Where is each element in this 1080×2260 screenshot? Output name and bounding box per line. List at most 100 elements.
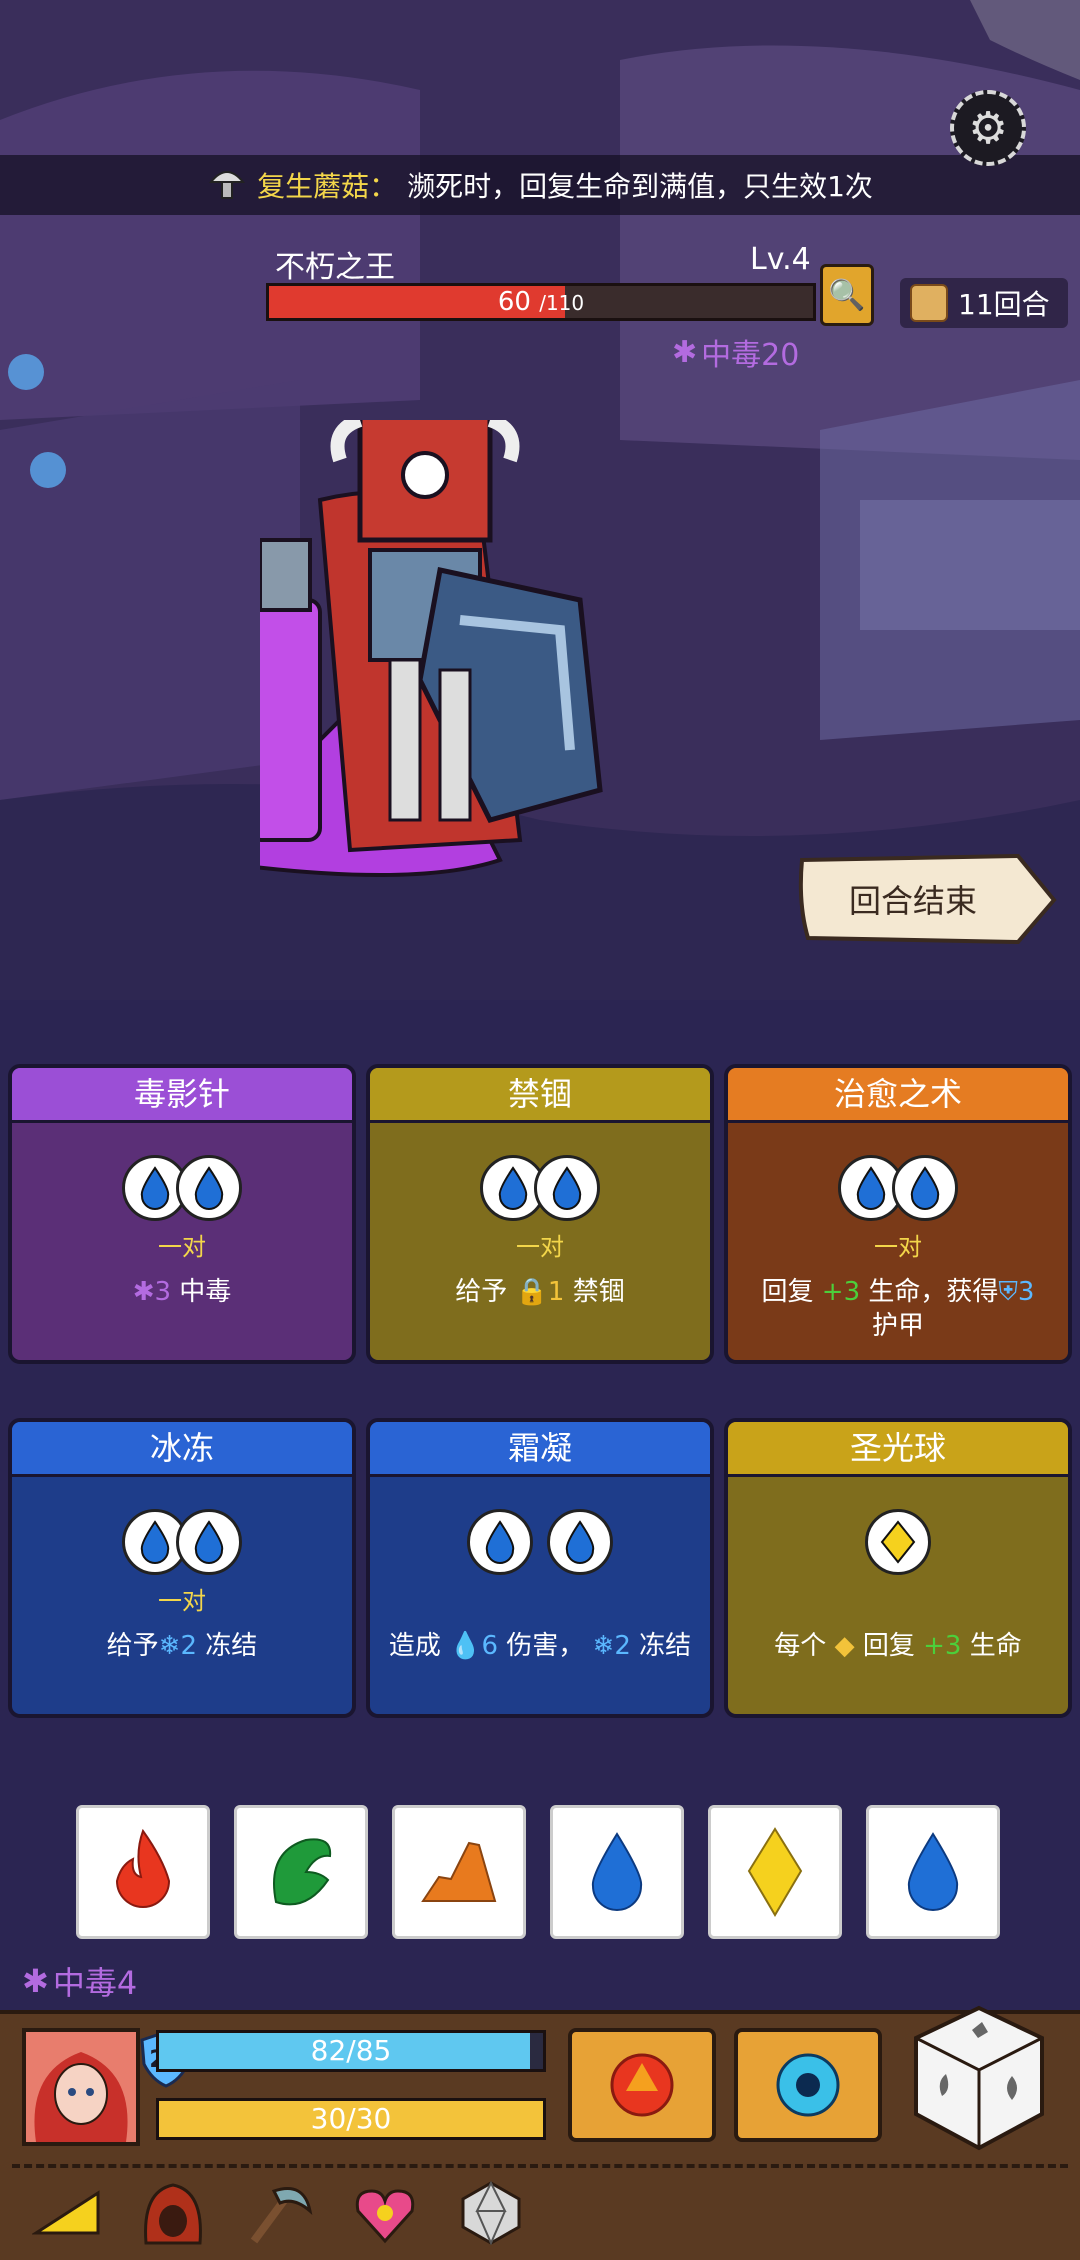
water-drop-icon xyxy=(552,1166,582,1210)
scythe-icon xyxy=(250,2187,313,2244)
dice-fire[interactable] xyxy=(76,1805,210,1939)
card-dice-slots xyxy=(370,1155,710,1225)
card-title: 禁锢 xyxy=(370,1068,710,1123)
fire-icon xyxy=(115,1829,171,1908)
dice-slot[interactable] xyxy=(534,1155,600,1221)
card-description: 回复 +3 生命，获得⛨3 护甲 xyxy=(761,1277,1035,1341)
diamond-icon xyxy=(747,1827,803,1917)
enemy-poison-status[interactable]: ✱ 中毒20 xyxy=(672,330,799,374)
card-dice-slots xyxy=(12,1155,352,1225)
dice-diamond[interactable] xyxy=(708,1805,842,1939)
skill-card-freeze[interactable]: 冰冻 一对 给予❄2 冻结 xyxy=(8,1418,356,1718)
water-drop-icon xyxy=(498,1166,528,1210)
water-drop-icon xyxy=(194,1166,224,1210)
end-turn-label: 回合结束 xyxy=(848,882,977,920)
diamond-icon xyxy=(880,1520,916,1564)
pair-requirement xyxy=(370,1581,710,1611)
water-drop-icon xyxy=(485,1520,515,1564)
inspect-magnifier-icon[interactable]: 🔍 xyxy=(820,264,874,326)
player-avatar[interactable] xyxy=(22,2028,140,2146)
skill-card-healing-art[interactable]: 治愈之术 一对 回复 +3 生命，获得⛨3 护甲 xyxy=(724,1064,1072,1364)
water-drop-icon xyxy=(591,1832,643,1911)
dice-slot[interactable] xyxy=(176,1509,242,1575)
turn-counter-label: 11回合 xyxy=(958,288,1050,321)
player-poison-label: 中毒4 xyxy=(52,1964,138,2002)
panel-divider xyxy=(12,2164,1068,2168)
water-drop-icon xyxy=(565,1520,595,1564)
poison-icon: ✱ xyxy=(22,1962,49,2000)
dice-slot[interactable] xyxy=(892,1155,958,1221)
card-dice-slots xyxy=(12,1509,352,1579)
cheese-item-icon[interactable] xyxy=(30,2178,104,2248)
skill-card-poison-needle[interactable]: 毒影针 一对 ✱3 中毒 xyxy=(8,1064,356,1364)
pair-requirement: 一对 xyxy=(516,1233,564,1261)
enemy-level: Lv.4 xyxy=(750,242,811,277)
leaf-icon xyxy=(273,1838,332,1906)
card-dice-slots xyxy=(370,1509,710,1579)
skill-card-imprison[interactable]: 禁锢 一对 给予 🔒1 禁锢 xyxy=(366,1064,714,1364)
card-title: 冰冻 xyxy=(12,1422,352,1477)
snowflake-icon: ❄ xyxy=(158,1631,181,1661)
relic-banner: 复生蘑菇： 濒死时，回复生命到满值，只生效1次 xyxy=(0,155,1080,215)
dice-rock[interactable] xyxy=(392,1805,526,1939)
armor-shield-icon: ⛨ xyxy=(998,1277,1018,1307)
dice-leaf[interactable] xyxy=(234,1805,368,1939)
enemy-monster[interactable] xyxy=(260,420,820,920)
dice-water[interactable] xyxy=(866,1805,1000,1939)
skill-card-holy-light-orb[interactable]: 圣光球 每个 ◆ 回复 +3 生命 xyxy=(724,1418,1072,1718)
card-title: 毒影针 xyxy=(12,1068,352,1123)
roll-dice-button[interactable] xyxy=(912,2004,1046,2152)
snowflake-icon: ❄ xyxy=(592,1631,615,1661)
enemy-poison-label: 中毒20 xyxy=(701,338,800,373)
pair-requirement: 一对 xyxy=(158,1587,206,1615)
dice-slot[interactable] xyxy=(176,1155,242,1221)
water-skill-button[interactable] xyxy=(734,2028,882,2142)
dice-slot[interactable] xyxy=(865,1509,931,1575)
pair-requirement xyxy=(728,1581,1068,1611)
player-hp-bar: 82/85 xyxy=(156,2030,546,2072)
fire-sun-icon xyxy=(610,2053,674,2117)
player-portrait-art xyxy=(26,2032,136,2142)
end-turn-button[interactable]: 回合结束 xyxy=(798,854,1058,944)
player-hp-text: 82/85 xyxy=(310,2034,392,2067)
hood-item-icon[interactable] xyxy=(136,2178,210,2248)
player-energy-bar: 30/30 xyxy=(156,2098,546,2140)
card-dice-slots xyxy=(728,1509,1068,1579)
d20-item-icon[interactable] xyxy=(454,2178,528,2248)
heart-amulet-item-icon[interactable] xyxy=(348,2178,422,2248)
card-title: 治愈之术 xyxy=(728,1068,1068,1123)
turn-counter: 11回合 xyxy=(900,278,1068,328)
skill-card-frost[interactable]: 霜凝 造成 💧6 伤害， ❄2 冻结 xyxy=(366,1418,714,1718)
rock-icon xyxy=(421,1841,497,1902)
relic-effect: 濒死时，回复生命到满值，只生效1次 xyxy=(407,170,873,203)
card-description: 给予 🔒1 禁锢 xyxy=(455,1277,625,1307)
poison-icon: ✱ xyxy=(672,334,698,370)
eye-orb-icon xyxy=(776,2053,840,2117)
card-dice-slots xyxy=(728,1155,1068,1225)
dice-slot[interactable] xyxy=(547,1509,613,1575)
cheese-icon xyxy=(32,2190,100,2235)
water-drop-icon xyxy=(907,1832,959,1911)
settings-gear-icon[interactable]: ⚙ xyxy=(950,90,1026,166)
water-drop-icon: 💧 xyxy=(449,1631,482,1661)
lock-icon: 🔒 xyxy=(515,1277,548,1307)
card-description: 造成 💧6 伤害， ❄2 冻结 xyxy=(388,1631,692,1661)
fire-skill-button[interactable] xyxy=(568,2028,716,2142)
water-drop-icon xyxy=(856,1166,886,1210)
water-drop-icon xyxy=(140,1520,170,1564)
card-description: 每个 ◆ 回复 +3 生命 xyxy=(774,1631,1022,1661)
water-drop-icon xyxy=(194,1520,224,1564)
player-energy-text: 30/30 xyxy=(310,2102,392,2135)
player-poison-status[interactable]: ✱ 中毒4 xyxy=(22,1958,137,2004)
pair-requirement: 一对 xyxy=(158,1233,206,1261)
poison-icon: ✱ xyxy=(132,1277,155,1307)
heart-amulet-icon xyxy=(355,2189,415,2244)
scroll-icon xyxy=(910,284,948,322)
relic-name: 复生蘑菇： xyxy=(257,170,398,203)
dice-water[interactable] xyxy=(550,1805,684,1939)
enemy-name: 不朽之王 xyxy=(275,250,395,285)
scythe-item-icon[interactable] xyxy=(242,2178,316,2248)
enemy-hp-bar: 60 /110 xyxy=(266,283,816,321)
dice-slot[interactable] xyxy=(467,1509,533,1575)
card-description: 给予❄2 冻结 xyxy=(106,1631,258,1661)
